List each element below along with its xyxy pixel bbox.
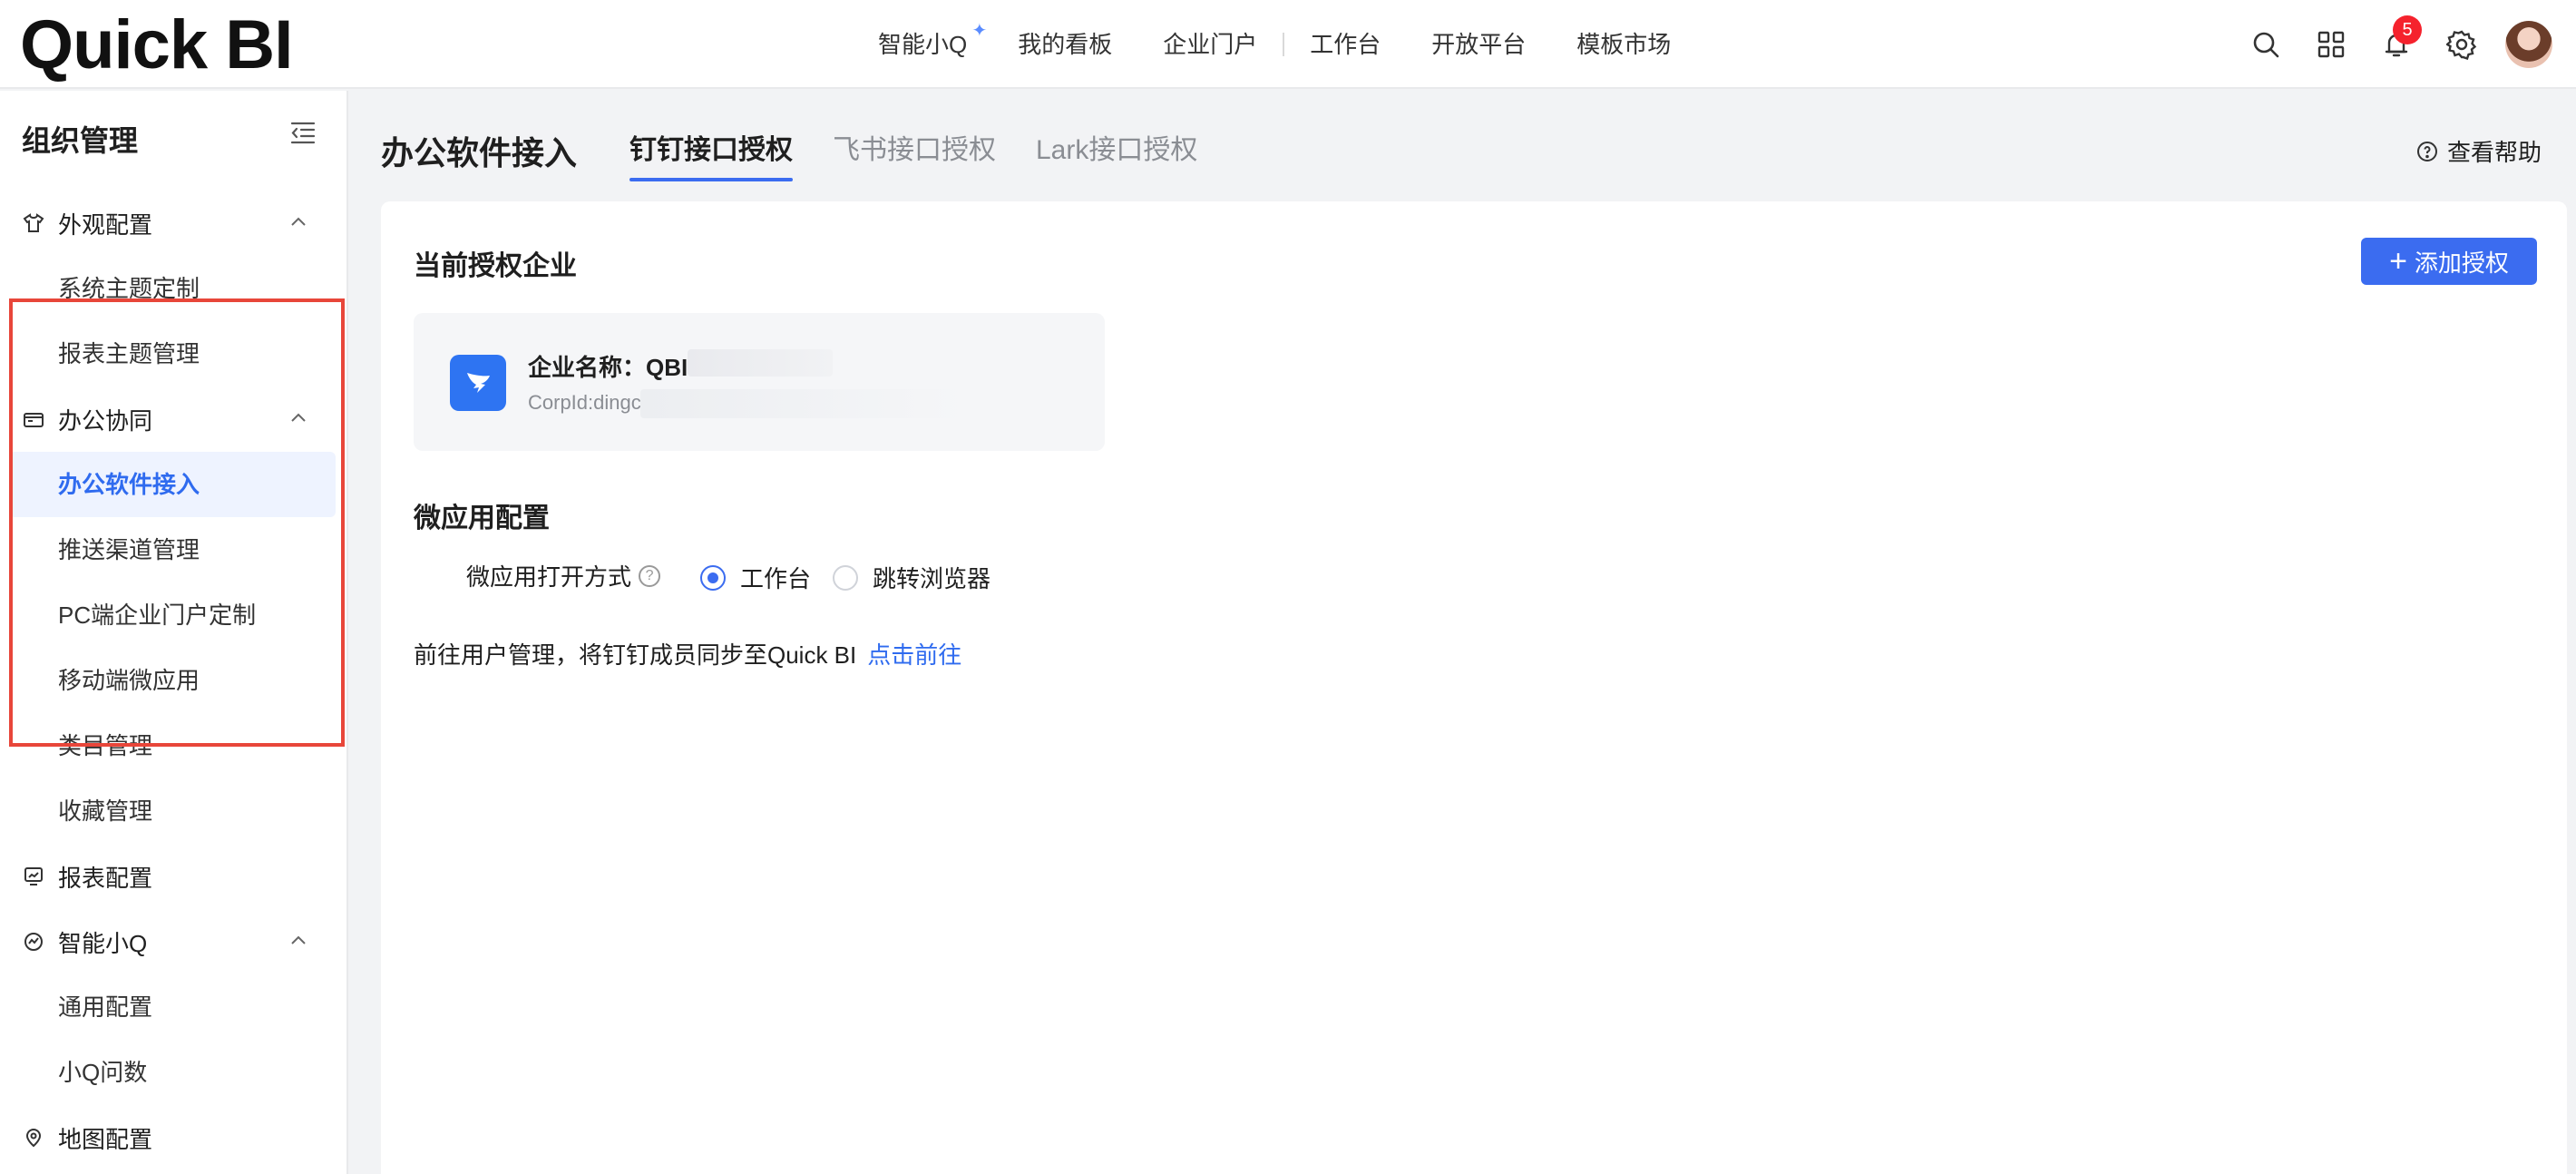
current-enterprise-title: 当前授权企业 <box>414 251 577 281</box>
highlight-annotation-box <box>9 298 345 747</box>
sidebar-item-general-config[interactable]: 通用配置 <box>9 974 336 1040</box>
chevron-up-icon[interactable] <box>287 210 310 234</box>
open-mode-label: 微应用打开方式 <box>466 563 632 591</box>
apps-grid-icon[interactable] <box>2298 12 2364 77</box>
page-title: 办公软件接入 <box>381 134 578 171</box>
top-header: Quick BI 智能小Q ✦ 我的看板 企业门户 工作台 开放平台 模板市场 <box>0 0 2576 89</box>
sidebar-title: 组织管理 <box>22 124 139 157</box>
top-nav: 智能小Q ✦ 我的看板 企业门户 工作台 开放平台 模板市场 <box>853 0 1696 89</box>
sidebar-group-label: 报表配置 <box>58 864 153 892</box>
bell-icon[interactable]: 5 <box>2364 12 2429 77</box>
sidebar-group-label: 智能小Q <box>58 929 148 957</box>
enterprise-corp-id: CorpId:dingc <box>528 391 641 414</box>
radio-label: 工作台 <box>740 565 812 592</box>
add-authorization-button[interactable]: + 添加授权 <box>2361 238 2537 285</box>
sidebar-group-label: 地图配置 <box>58 1125 153 1153</box>
redacted-block <box>688 349 833 377</box>
help-link[interactable]: 查看帮助 <box>2416 134 2542 168</box>
tab-feishu[interactable]: 飞书接口授权 <box>833 127 996 181</box>
sidebar-group-appearance[interactable]: 外观配置 <box>0 191 348 256</box>
nav-open-platform[interactable]: 开放平台 <box>1406 0 1551 89</box>
nav-label: 企业门户 <box>1163 31 1258 58</box>
go-to-link[interactable]: 点击前往 <box>867 641 961 669</box>
chevron-up-icon[interactable] <box>287 929 310 953</box>
quick-bi-logo[interactable]: Quick BI <box>20 11 293 80</box>
sparkle-icon: ✦ <box>971 21 988 41</box>
question-circle-icon[interactable]: ? <box>639 564 661 587</box>
nav-label: 我的看板 <box>1018 31 1113 58</box>
sidebar-group-smart-q[interactable]: 智能小Q <box>0 909 348 974</box>
nav-my-dashboard[interactable]: 我的看板 <box>992 0 1137 89</box>
nav-enterprise-portal[interactable]: 企业门户 <box>1137 0 1283 89</box>
tab-lark[interactable]: Lark接口授权 <box>1036 127 1197 181</box>
nav-smart-q[interactable]: 智能小Q ✦ <box>853 0 992 89</box>
radio-workbench[interactable]: 工作台 <box>700 561 811 594</box>
sidebar-item-q-ask[interactable]: 小Q问数 <box>9 1040 336 1105</box>
plus-icon: + <box>2389 244 2407 279</box>
sidebar-group-map[interactable]: 地图配置 <box>0 1105 348 1170</box>
ai-icon <box>22 930 45 954</box>
header-actions: 5 <box>2233 0 2576 89</box>
collapse-menu-icon[interactable] <box>288 118 317 147</box>
shirt-icon <box>22 211 45 235</box>
nav-label: 智能小Q <box>878 31 968 58</box>
sidebar-item-favorites[interactable]: 收藏管理 <box>9 778 336 844</box>
user-avatar[interactable] <box>2505 21 2552 68</box>
notification-badge: 5 <box>2393 15 2422 44</box>
sync-hint: 前往用户管理，将钉钉成员同步至Quick BI 点击前往 <box>414 637 961 670</box>
nav-label: 工作台 <box>1310 31 1381 58</box>
redacted-block <box>640 389 967 418</box>
tab-dingtalk[interactable]: 钉钉接口授权 <box>629 127 793 181</box>
nav-workbench[interactable]: 工作台 <box>1284 0 1406 89</box>
nav-template-market[interactable]: 模板市场 <box>1551 0 1696 89</box>
help-label: 查看帮助 <box>2446 139 2542 166</box>
add-button-label: 添加授权 <box>2414 249 2509 277</box>
sidebar-group-label: 外观配置 <box>58 210 153 239</box>
enterprise-card: 企业名称：QBI CorpId:dingc <box>414 313 1105 451</box>
sidebar-group-report[interactable]: 报表配置 <box>0 844 348 909</box>
tab-bar: 钉钉接口授权 飞书接口授权 Lark接口授权 <box>629 127 1237 181</box>
enterprise-name: 企业名称：QBI <box>528 354 688 381</box>
sync-hint-text: 前往用户管理，将钉钉成员同步至Quick BI <box>414 641 857 669</box>
report-icon <box>22 865 45 888</box>
settings-icon[interactable] <box>2429 12 2494 77</box>
radio-dot-selected <box>700 564 726 591</box>
map-pin-icon <box>22 1126 45 1150</box>
radio-label: 跳转浏览器 <box>873 565 991 592</box>
search-icon[interactable] <box>2233 12 2298 77</box>
dingtalk-logo-icon <box>450 355 506 411</box>
radio-dot <box>833 564 858 591</box>
nav-label: 模板市场 <box>1576 31 1672 58</box>
open-mode-label-row: 微应用打开方式 ? <box>466 559 661 592</box>
question-circle-icon <box>2416 141 2437 161</box>
micro-app-config-title: 微应用配置 <box>414 504 550 533</box>
radio-browser[interactable]: 跳转浏览器 <box>833 561 990 594</box>
nav-label: 开放平台 <box>1431 31 1527 58</box>
